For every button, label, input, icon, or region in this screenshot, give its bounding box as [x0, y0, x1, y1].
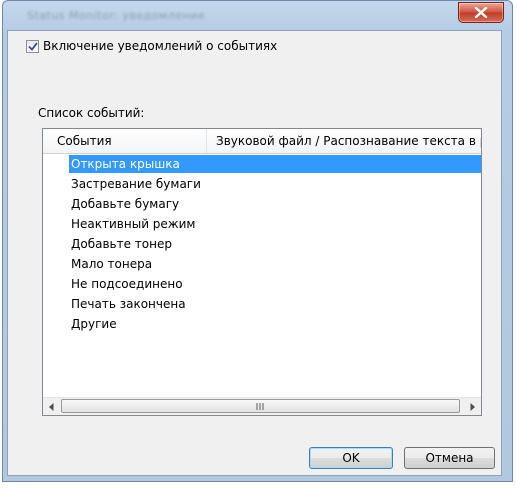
- notifications-label: Включение уведомлений о событиях: [43, 39, 278, 53]
- notifications-toggle[interactable]: Включение уведомлений о событиях: [26, 38, 277, 54]
- scroll-left-button[interactable]: [43, 398, 60, 415]
- cancel-button[interactable]: Отмена: [404, 447, 495, 469]
- event-list[interactable]: События Звуковой файл / Распознавание те…: [42, 128, 482, 416]
- window-title: Status Monitor: уведомление: [27, 9, 206, 22]
- horizontal-scrollbar[interactable]: [43, 397, 481, 415]
- close-icon: [474, 7, 488, 18]
- arrow-left-icon: [49, 402, 54, 411]
- close-button[interactable]: [458, 2, 504, 23]
- scroll-grip-icon: [256, 403, 264, 410]
- arrow-right-icon: [470, 402, 475, 411]
- notifications-checkbox[interactable]: [26, 39, 39, 53]
- list-item[interactable]: Открыта крышка: [43, 154, 481, 174]
- list-item[interactable]: Застревание бумаги: [43, 174, 481, 194]
- event-list-header: События Звуковой файл / Распознавание те…: [43, 129, 481, 154]
- column-header-sound-file[interactable]: Звуковой файл / Распознавание текста в р: [208, 129, 481, 153]
- checkmark-icon: [27, 41, 38, 51]
- list-item[interactable]: Не подсоединено: [43, 274, 481, 294]
- event-list-label: Список событий:: [38, 106, 145, 120]
- title-bar[interactable]: Status Monitor: уведомление: [3, 1, 512, 31]
- list-item[interactable]: Мало тонера: [43, 254, 481, 274]
- list-item[interactable]: Добавьте тонер: [43, 234, 481, 254]
- list-item[interactable]: Печать закончена: [43, 294, 481, 314]
- event-rows: Открыта крышка Застревание бумаги Добавь…: [43, 154, 481, 334]
- scroll-right-button[interactable]: [464, 398, 481, 415]
- scroll-thumb[interactable]: [61, 399, 460, 413]
- list-item[interactable]: Другие: [43, 314, 481, 334]
- list-item[interactable]: Добавьте бумагу: [43, 194, 481, 214]
- column-header-events[interactable]: События: [43, 129, 207, 153]
- list-item[interactable]: Неактивный режим: [43, 214, 481, 234]
- ok-button[interactable]: OK: [309, 447, 393, 469]
